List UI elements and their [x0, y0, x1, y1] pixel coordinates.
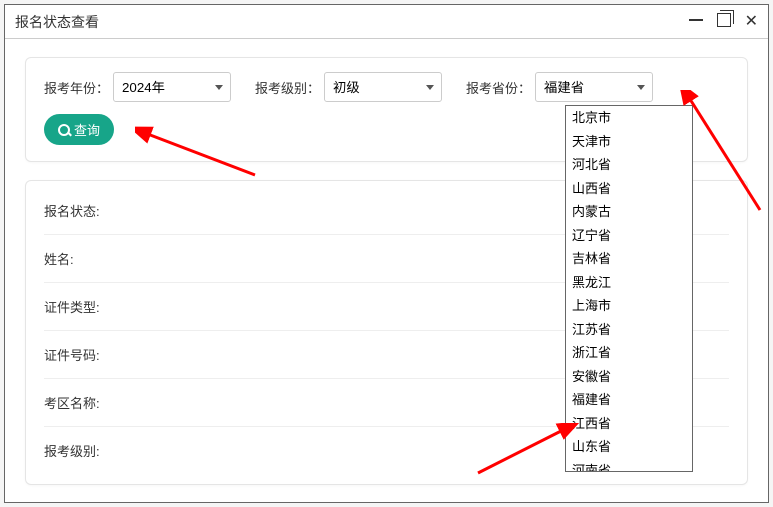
province-option[interactable]: 山东省: [566, 435, 692, 459]
level-field: 报考级别： 初级: [255, 72, 442, 102]
label-area: 考区名称:: [44, 393, 100, 412]
province-option[interactable]: 北京市: [566, 106, 692, 130]
label-id-type: 证件类型:: [44, 297, 100, 316]
province-option[interactable]: 山西省: [566, 177, 692, 201]
year-select[interactable]: 2024年: [113, 72, 231, 102]
year-field: 报考年份： 2024年: [44, 72, 231, 102]
label-id-no: 证件号码:: [44, 345, 100, 364]
province-option[interactable]: 黑龙江: [566, 271, 692, 295]
province-dropdown[interactable]: 北京市天津市河北省山西省内蒙古辽宁省吉林省黑龙江上海市江苏省浙江省安徽省福建省江…: [565, 105, 693, 472]
dialog-window: 报名状态查看 ✕ 报考年份： 2024年 报考级别：: [4, 4, 769, 503]
province-option[interactable]: 江苏省: [566, 318, 692, 342]
province-option[interactable]: 河北省: [566, 153, 692, 177]
query-button-label: 查询: [74, 120, 100, 139]
level-label: 报考级别：: [255, 78, 320, 97]
province-option[interactable]: 安徽省: [566, 365, 692, 389]
province-option[interactable]: 福建省: [566, 388, 692, 412]
close-icon[interactable]: ✕: [745, 15, 758, 29]
province-option[interactable]: 内蒙古: [566, 200, 692, 224]
province-option[interactable]: 吉林省: [566, 247, 692, 271]
minimize-icon[interactable]: [689, 13, 703, 30]
province-option[interactable]: 天津市: [566, 130, 692, 154]
label-level: 报考级别:: [44, 441, 100, 460]
province-option[interactable]: 辽宁省: [566, 224, 692, 248]
label-name: 姓名:: [44, 249, 74, 268]
maximize-icon[interactable]: [717, 13, 731, 30]
level-select[interactable]: 初级: [324, 72, 442, 102]
province-option[interactable]: 上海市: [566, 294, 692, 318]
province-select[interactable]: 福建省: [535, 72, 653, 102]
dialog-title: 报名状态查看: [15, 12, 689, 32]
window-controls: ✕: [689, 13, 758, 30]
year-label: 报考年份：: [44, 78, 109, 97]
province-option[interactable]: 江西省: [566, 412, 692, 436]
province-field: 报考省份： 福建省: [466, 72, 653, 102]
province-option[interactable]: 河南省: [566, 459, 692, 473]
label-status: 报名状态:: [44, 201, 100, 220]
filter-row: 报考年份： 2024年 报考级别： 初级: [44, 72, 729, 102]
title-bar: 报名状态查看 ✕: [5, 5, 768, 39]
province-label: 报考省份：: [466, 78, 531, 97]
province-option[interactable]: 浙江省: [566, 341, 692, 365]
query-button[interactable]: 查询: [44, 114, 114, 145]
search-icon: [58, 124, 70, 136]
